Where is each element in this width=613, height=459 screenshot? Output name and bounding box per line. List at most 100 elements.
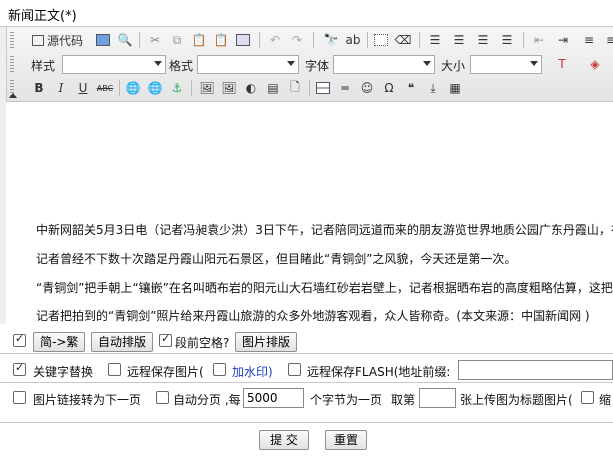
select-all-icon[interactable] <box>371 30 391 50</box>
table-icon[interactable] <box>313 78 333 98</box>
title-image-index-input[interactable] <box>419 388 456 408</box>
quote-icon[interactable]: ❝ <box>401 78 421 98</box>
template-icon[interactable]: ▦ <box>445 78 465 98</box>
paste-icon[interactable]: 📋 <box>189 30 209 50</box>
page-size-input[interactable]: 5000 <box>243 388 304 408</box>
simp-trad-button[interactable]: 简->繁 <box>33 332 86 352</box>
gallery-icon[interactable]: 🖼 <box>219 78 239 98</box>
align-justify-icon[interactable]: ☰ <box>497 30 517 50</box>
image-icon[interactable]: 🖼 <box>197 78 217 98</box>
align-left-icon[interactable]: ☰ <box>425 30 445 50</box>
auto-page-label: 自动分页 ,每 <box>173 393 241 407</box>
size-label: 大小 <box>441 59 466 73</box>
take-label: 取第 <box>391 393 416 407</box>
unlink-icon[interactable]: 🌐 <box>145 78 165 98</box>
rich-text-editor: 源代码 🔍 ✂ ⧉ 📋 📋 ↶ ↷ 🔭 ab ⌫ ☰ ☰ ☰ ☰ ⇤ ⇥ ≡ ≡… <box>0 26 613 324</box>
remote-flash-checkbox[interactable] <box>288 363 301 376</box>
remote-flash-label: 远程保存FLASH(地址前缀: <box>307 365 451 379</box>
content-paragraph: 记者曾经不下数十次踏足丹霞山阳元石景区，但目睹此“青铜剑”之风貌，今天还是第一次… <box>36 252 517 266</box>
source-label: 源代码 <box>47 33 84 48</box>
paste-word-icon[interactable] <box>233 30 253 50</box>
undo-icon[interactable]: ↶ <box>265 30 285 50</box>
special-char-icon[interactable]: Ω <box>379 78 399 98</box>
copy-icon[interactable]: ⧉ <box>167 30 187 50</box>
text-color-icon[interactable]: T <box>552 54 572 74</box>
divider <box>0 382 613 383</box>
image-layout-button[interactable]: 图片排版 <box>235 332 298 352</box>
thumbnail-checkbox[interactable] <box>581 391 594 404</box>
page-icon[interactable]: 🗋 <box>285 78 305 98</box>
reset-button[interactable]: 重置 <box>325 430 367 450</box>
font-select[interactable] <box>333 55 435 74</box>
flash-icon[interactable]: ◐ <box>241 78 261 98</box>
size-select[interactable] <box>470 55 542 74</box>
content-paragraph: 记者把拍到的“青铜剑”照片给来丹霞山旅游的众多外地游客观看，众人皆称奇。(本文来… <box>36 309 590 323</box>
toolbar-row-3: B I U ABC 🌐 🌐 ⚓ 🖼 🖼 ◐ ▤ 🗋 ═ ☺ Ω ❝ ⤓ ▦ <box>7 76 613 100</box>
smiley-icon[interactable]: ☺ <box>357 78 377 98</box>
auto-page-checkbox[interactable] <box>156 391 169 404</box>
find-icon[interactable]: 🔭 <box>321 30 341 50</box>
img-link-checkbox[interactable] <box>13 391 26 404</box>
remove-format-icon[interactable]: ⌫ <box>393 30 413 50</box>
replace-icon[interactable]: ab <box>343 30 363 50</box>
title-image-label: 张上传图为标题图片( <box>460 393 573 407</box>
auto-format-button[interactable]: 自动排版 <box>91 332 154 352</box>
watermark-checkbox[interactable] <box>213 363 226 376</box>
preview-icon[interactable]: 🔍 <box>115 30 135 50</box>
indent-checkbox[interactable] <box>159 332 172 347</box>
cut-icon[interactable]: ✂ <box>145 30 165 50</box>
chevron-down-icon <box>154 61 162 66</box>
toolbar-row-2: 样式 格式 字体 大小 T ◈ <box>7 52 613 76</box>
source-icon <box>32 34 44 46</box>
format-select[interactable] <box>197 55 299 74</box>
thumbnail-label: 缩 <box>599 393 612 407</box>
indent-label: 段前空格? <box>175 336 230 350</box>
divider <box>0 353 613 354</box>
field-label: 新闻正文(*) <box>8 9 77 24</box>
editor-content[interactable]: 中新网韶关5月3日电（记者冯昶袁少洪）3日下午，记者陪同远道而来的朋友游览世界地… <box>6 101 613 324</box>
indent-icon[interactable]: ⇥ <box>553 30 573 50</box>
toolbar-row-1: 源代码 🔍 ✂ ⧉ 📋 📋 ↶ ↷ 🔭 ab ⌫ ☰ ☰ ☰ ☰ ⇤ ⇥ ≡ ≡ <box>7 28 613 52</box>
divider <box>0 422 613 423</box>
style-label: 样式 <box>31 59 56 73</box>
style-select[interactable] <box>62 55 166 74</box>
align-center-icon[interactable]: ☰ <box>449 30 469 50</box>
keyword-replace-checkbox[interactable] <box>13 361 26 376</box>
anchor-icon[interactable]: ⚓ <box>167 78 187 98</box>
strike-icon[interactable]: ABC <box>95 78 115 98</box>
font-label: 字体 <box>305 59 330 73</box>
toolbar-grip-icon <box>10 56 14 72</box>
outdent-icon[interactable]: ⇤ <box>529 30 549 50</box>
source-button[interactable]: 源代码 <box>29 30 86 50</box>
content-paragraph: 中新网韶关5月3日电（记者冯昶袁少洪）3日下午，记者陪同远道而来的朋友游览世界地… <box>36 223 613 237</box>
page-break-icon[interactable]: ⤓ <box>423 78 443 98</box>
chevron-down-icon <box>423 61 431 66</box>
format-label: 格式 <box>169 59 194 73</box>
collapse-toolbar-icon[interactable] <box>9 93 17 98</box>
watermark-label[interactable]: 加水印) <box>232 363 273 380</box>
img-link-label: 图片链接转为下一页 <box>33 393 142 407</box>
link-icon[interactable]: 🌐 <box>123 78 143 98</box>
fullscreen-icon[interactable] <box>93 30 113 50</box>
horizontal-rule-icon[interactable]: ═ <box>335 78 355 98</box>
options-row-3: 图片链接转为下一页 自动分页 ,每 5000 个字节为一页 取第 张上传图为标题… <box>0 384 613 410</box>
align-right-icon[interactable]: ☰ <box>473 30 493 50</box>
remote-image-label: 远程保存图片( <box>127 365 204 379</box>
numbered-list-icon[interactable]: ≡ <box>579 30 599 50</box>
bold-icon[interactable]: B <box>29 78 49 98</box>
bullet-list-icon[interactable]: ≡ <box>601 30 613 50</box>
italic-icon[interactable]: I <box>51 78 71 98</box>
paste-text-icon[interactable]: 📋 <box>211 30 231 50</box>
remote-image-checkbox[interactable] <box>108 363 121 376</box>
flash-prefix-input[interactable] <box>458 360 613 380</box>
content-paragraph: “青铜剑”把手朝上“镶嵌”在名叫晒布岩的阳元山大石墙红砂岩岩壁上，记者根据晒布岩… <box>36 281 613 295</box>
simp-trad-checkbox[interactable] <box>13 332 26 347</box>
toolbar-grip-icon <box>10 32 14 48</box>
underline-icon[interactable]: U <box>73 78 93 98</box>
page-size-suffix: 个字节为一页 <box>310 393 383 407</box>
media-icon[interactable]: ▤ <box>263 78 283 98</box>
background-color-icon[interactable]: ◈ <box>585 54 605 74</box>
submit-button[interactable]: 提 交 <box>259 430 309 450</box>
options-row-1: 简->繁 自动排版 段前空格? 图片排版 <box>0 327 613 353</box>
redo-icon[interactable]: ↷ <box>287 30 307 50</box>
